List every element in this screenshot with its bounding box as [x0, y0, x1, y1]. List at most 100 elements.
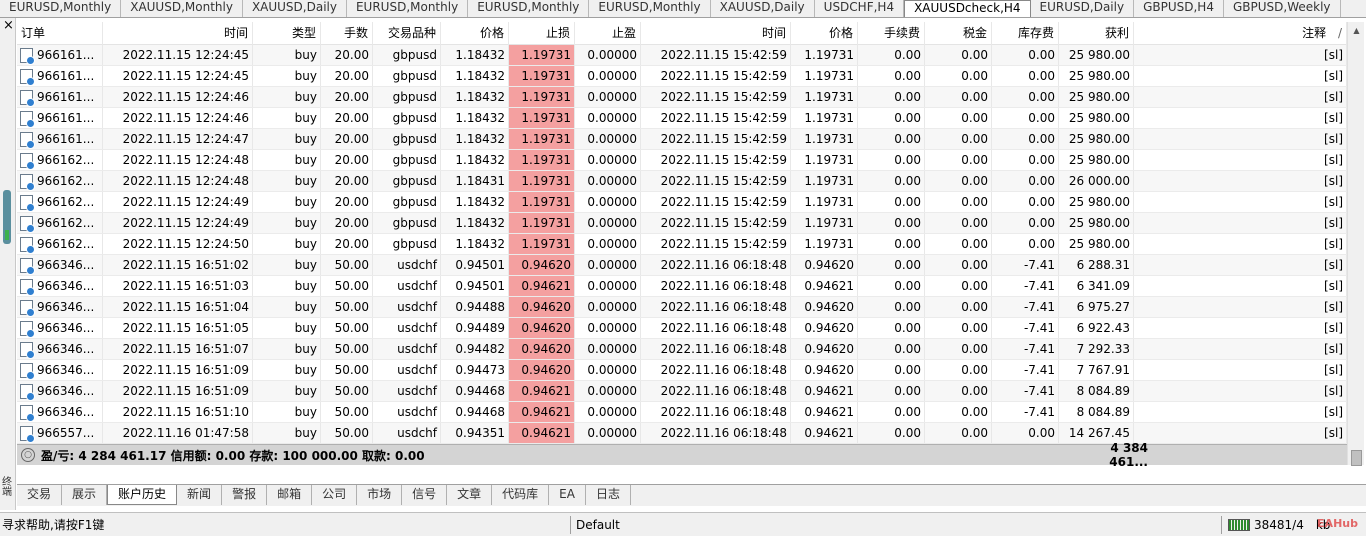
cell-tp: 0.00000 — [575, 234, 641, 254]
cell-tax: 0.00 — [925, 45, 992, 65]
table-row[interactable]: 966162... 2022.11.15 12:24:48 buy 20.00 gbpu… — [17, 150, 1347, 171]
order-number: 966346... — [37, 321, 95, 335]
table-row[interactable]: 966346... 2022.11.15 16:51:05 buy 50.00 usdc… — [17, 318, 1347, 339]
terminal-tab[interactable]: 信号 — [402, 485, 448, 505]
chart-tab[interactable]: EURUSD,Monthly — [468, 0, 590, 17]
cell-swap: 0.00 — [992, 150, 1059, 170]
cell-close-time: 2022.11.15 15:42:59 — [641, 45, 791, 65]
cell-order: 966161... — [17, 45, 103, 65]
table-row[interactable]: 966161... 2022.11.15 12:24:45 buy 20.00 gbpu… — [17, 66, 1347, 87]
col-tp-header[interactable]: 止盈 — [575, 22, 641, 45]
col-lots-header[interactable]: 手数 — [321, 22, 373, 45]
table-row[interactable]: 966162... 2022.11.15 12:24:48 buy 20.00 gbpu… — [17, 171, 1347, 192]
order-document-icon — [20, 89, 35, 107]
terminal-drag-handle[interactable] — [3, 190, 11, 244]
cell-comment: [sl] — [1134, 255, 1347, 275]
scrollbar-thumb[interactable] — [1351, 450, 1362, 466]
cell-lots: 50.00 — [321, 255, 373, 275]
table-row[interactable]: 966346... 2022.11.15 16:51:09 buy 50.00 usdc… — [17, 381, 1347, 402]
terminal-tab[interactable]: EA — [549, 485, 586, 505]
cell-commission: 0.00 — [858, 150, 925, 170]
table-row[interactable]: 966346... 2022.11.15 16:51:10 buy 50.00 usdc… — [17, 402, 1347, 423]
table-row[interactable]: 966161... 2022.11.15 12:24:46 buy 20.00 gbpu… — [17, 87, 1347, 108]
cell-open-price: 1.18431 — [441, 171, 509, 191]
cell-tp: 0.00000 — [575, 66, 641, 86]
cell-type: buy — [253, 255, 321, 275]
cell-symbol: gbpusd — [373, 87, 441, 107]
col-commission-header[interactable]: 手续费 — [858, 22, 925, 45]
order-document-icon — [20, 299, 35, 317]
table-row[interactable]: 966162... 2022.11.15 12:24:49 buy 20.00 gbpu… — [17, 213, 1347, 234]
order-number: 966162... — [37, 237, 95, 251]
chart-tab[interactable]: USDCHF,H4 — [815, 0, 905, 17]
cell-close-time: 2022.11.16 06:18:48 — [641, 276, 791, 296]
cell-type: buy — [253, 66, 321, 86]
cell-symbol: usdchf — [373, 276, 441, 296]
col-close-time-header[interactable]: 时间 — [641, 22, 791, 45]
cell-comment: [sl] — [1134, 234, 1347, 254]
col-type-header[interactable]: 类型 — [253, 22, 321, 45]
table-row[interactable]: 966346... 2022.11.15 16:51:03 buy 50.00 usdc… — [17, 276, 1347, 297]
table-row[interactable]: 966161... 2022.11.15 12:24:45 buy 20.00 gbpu… — [17, 45, 1347, 66]
col-open-time-header[interactable]: 时间 — [103, 22, 253, 45]
cell-commission: 0.00 — [858, 171, 925, 191]
cell-commission: 0.00 — [858, 213, 925, 233]
cell-swap: 0.00 — [992, 234, 1059, 254]
cell-close-time: 2022.11.15 15:42:59 — [641, 66, 791, 86]
order-document-icon — [20, 278, 35, 296]
terminal-tab[interactable]: 公司 — [312, 485, 358, 505]
table-row[interactable]: 966346... 2022.11.15 16:51:02 buy 50.00 usdc… — [17, 255, 1347, 276]
terminal-tab[interactable]: 警报 — [222, 485, 268, 505]
chart-tab[interactable]: EURUSD,Monthly — [347, 0, 469, 17]
cell-swap: 0.00 — [992, 45, 1059, 65]
cell-tp: 0.00000 — [575, 87, 641, 107]
table-header: 订单 时间 类型 手数 交易品种 价格 止损 止盈 时间 价格 手续费 税金 库… — [17, 22, 1347, 45]
cell-open-price: 0.94468 — [441, 381, 509, 401]
col-sl-header[interactable]: 止损 — [509, 22, 575, 45]
col-profit-header[interactable]: 获利 — [1059, 22, 1134, 45]
table-row[interactable]: 966161... 2022.11.15 12:24:47 buy 20.00 gbpu… — [17, 129, 1347, 150]
cell-tax: 0.00 — [925, 276, 992, 296]
terminal-tab[interactable]: 新闻 — [177, 485, 223, 505]
col-order-header[interactable]: 订单 — [17, 22, 103, 45]
cell-tp: 0.00000 — [575, 129, 641, 149]
terminal-tab[interactable]: 账户历史 — [107, 485, 178, 505]
chart-tab[interactable]: XAUUSD,Daily — [243, 0, 347, 17]
table-row[interactable]: 966346... 2022.11.15 16:51:04 buy 50.00 usdc… — [17, 297, 1347, 318]
terminal-tab[interactable]: 交易 — [17, 485, 63, 505]
summary-total-profit: 4 384 461... — [1109, 441, 1148, 469]
chart-tab[interactable]: XAUUSD,Monthly — [121, 0, 243, 17]
collapse-icon[interactable]: ○ — [21, 448, 35, 462]
close-icon[interactable]: × — [3, 18, 14, 34]
chart-tab[interactable]: GBPUSD,H4 — [1134, 0, 1224, 17]
scroll-up-icon[interactable]: ▲ — [1348, 22, 1365, 39]
table-row[interactable]: 966161... 2022.11.15 12:24:46 buy 20.00 gbpu… — [17, 108, 1347, 129]
chart-tab[interactable]: EURUSD,Monthly — [589, 0, 711, 17]
chart-tab[interactable]: XAUUSDcheck,H4 — [904, 0, 1031, 17]
cell-open-time: 2022.11.15 12:24:47 — [103, 129, 253, 149]
terminal-tab[interactable]: 文章 — [447, 485, 493, 505]
col-close-price-header[interactable]: 价格 — [791, 22, 858, 45]
chart-tab[interactable]: EURUSD,Daily — [1031, 0, 1135, 17]
col-open-price-header[interactable]: 价格 — [441, 22, 509, 45]
table-row[interactable]: 966346... 2022.11.15 16:51:07 buy 50.00 usdc… — [17, 339, 1347, 360]
col-symbol-header[interactable]: 交易品种 — [373, 22, 441, 45]
cell-comment: [sl] — [1134, 423, 1347, 443]
table-row[interactable]: 966162... 2022.11.15 12:24:50 buy 20.00 gbpu… — [17, 234, 1347, 255]
vertical-scrollbar[interactable]: ▲ — [1347, 22, 1365, 466]
chart-tab[interactable]: EURUSD,Monthly — [0, 0, 122, 17]
order-number: 966346... — [37, 342, 95, 356]
terminal-tab[interactable]: 日志 — [586, 485, 631, 505]
terminal-tab[interactable]: 代码库 — [492, 485, 550, 505]
col-tax-header[interactable]: 税金 — [925, 22, 992, 45]
chart-tab[interactable]: XAUUSD,Daily — [711, 0, 815, 17]
col-comment-header[interactable]: 注释 / — [1134, 22, 1347, 45]
col-swap-header[interactable]: 库存费 — [992, 22, 1059, 45]
cell-commission: 0.00 — [858, 129, 925, 149]
table-row[interactable]: 966346... 2022.11.15 16:51:09 buy 50.00 usdc… — [17, 360, 1347, 381]
terminal-tab[interactable]: 邮箱 — [267, 485, 313, 505]
terminal-tab[interactable]: 展示 — [62, 485, 108, 505]
chart-tab[interactable]: GBPUSD,Weekly — [1224, 0, 1341, 17]
table-row[interactable]: 966162... 2022.11.15 12:24:49 buy 20.00 gbpu… — [17, 192, 1347, 213]
terminal-tab[interactable]: 市场 — [357, 485, 403, 505]
